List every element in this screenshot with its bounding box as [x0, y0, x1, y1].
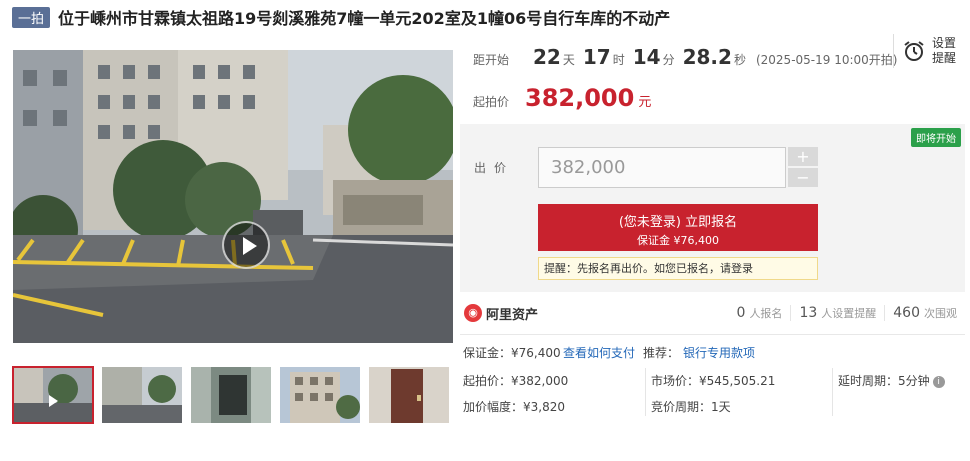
view-count-label: 次围观 [924, 307, 957, 320]
countdown-seconds: 28.2 [682, 45, 732, 69]
thumbnail-2[interactable] [102, 367, 182, 423]
start-price-info: 起拍价：¥382,000 [463, 374, 569, 388]
countdown-minutes-unit: 分 [662, 53, 675, 67]
countdown-hours: 17 [582, 45, 611, 69]
extension-period: 延时周期：5分钟 [838, 374, 930, 388]
countdown-seconds-unit: 秒 [733, 53, 746, 67]
stats-counters: 0 人报名 13 人设置提醒 460 次围观 [729, 305, 965, 321]
thumbnail-1[interactable] [12, 366, 94, 424]
login-hint: 提醒：先报名再出价。如您已报名，请登录 [538, 257, 818, 280]
how-to-pay-link[interactable]: 查看如何支付 [563, 344, 635, 361]
set-reminder-button[interactable]: 设置提醒 [893, 34, 958, 68]
countdown-minutes: 14 [632, 45, 661, 69]
main-photo[interactable] [13, 50, 453, 343]
thumbnail-4[interactable] [280, 367, 360, 423]
page-title: 位于嵊州市甘霖镇太祖路19号剡溪雅苑7幢一单元202室及1幢06号自行车库的不动… [58, 9, 671, 28]
market-price-info: 市场价：¥545,505.21 [651, 374, 776, 388]
status-badge: 即将开始 [911, 128, 961, 147]
increment-info: 加价幅度：¥3,820 [463, 400, 565, 414]
view-count: 460 次围观 [884, 305, 965, 321]
thumbnail-3[interactable] [191, 367, 271, 423]
info-icon[interactable]: i [932, 375, 945, 388]
divider [460, 334, 965, 335]
bid-amount-input[interactable] [538, 147, 786, 188]
extension-info: 延时周期：5分钟 i [838, 372, 945, 389]
countdown-days-unit: 天 [562, 53, 575, 67]
auction-period-info: 竞价周期：1天 [651, 400, 731, 414]
start-price-value: 382,000 [525, 84, 635, 112]
start-price-unit: 元 [638, 95, 652, 110]
play-video-button[interactable] [222, 221, 270, 269]
bid-label: 出价 [474, 161, 515, 175]
brand-name: 阿里资产 [486, 307, 539, 323]
countdown-label: 距开始 [473, 53, 510, 67]
signup-count-value: 0 [736, 305, 746, 321]
column-divider [832, 368, 833, 416]
reminder-count: 13 人设置提醒 [790, 305, 884, 321]
stats-row: ◉ 阿里资产 0 人报名 13 人设置提醒 460 次围观 [460, 296, 965, 330]
bank-account-link[interactable]: 银行专用款项 [683, 344, 755, 361]
start-price-line: 起拍价 382,000 元 [473, 84, 651, 112]
round-badge: 一拍 [12, 6, 51, 28]
alarm-clock-icon [904, 41, 924, 61]
signup-button[interactable]: (您未登录) 立即报名 保证金 ¥76,400 [538, 204, 818, 251]
countdown: 距开始 22 天 17 时 14 分 28.2 秒 (2025-05-19 10… [473, 45, 897, 69]
reminder-count-label: 人设置提醒 [821, 307, 877, 320]
reminder-count-value: 13 [799, 305, 818, 321]
signup-count-label: 人报名 [749, 307, 783, 320]
thumbnail-strip [12, 366, 458, 424]
countdown-hours-unit: 时 [612, 53, 625, 67]
column-divider [645, 368, 646, 416]
view-count-value: 460 [893, 305, 920, 321]
auction-page: 一拍 位于嵊州市甘霖镇太祖路19号剡溪雅苑7幢一单元202室及1幢06号自行车库… [0, 0, 970, 461]
recommend-label: 推荐： [643, 346, 680, 360]
set-reminder-label: 设置提醒 [932, 36, 957, 65]
brand-logo: ◉ 阿里资产 [464, 304, 538, 323]
deposit-info: 保证金：¥76,400 [463, 346, 561, 360]
bid-panel: 即将开始 出价 + − (您未登录) 立即报名 保证金 ¥76,400 提醒：先… [460, 124, 965, 292]
thumbnail-5[interactable] [369, 367, 449, 423]
alibaba-logo-icon: ◉ [464, 304, 482, 322]
start-time: (2025-05-19 10:00开拍) [755, 53, 898, 67]
signup-deposit-label: 保证金 ¥76,400 [637, 234, 719, 247]
start-price-label: 起拍价 [473, 95, 510, 109]
signup-count: 0 人报名 [729, 305, 791, 321]
signup-button-label: (您未登录) 立即报名 [618, 215, 738, 230]
title-row: 一拍 位于嵊州市甘霖镇太祖路19号剡溪雅苑7幢一单元202室及1幢06号自行车库… [12, 6, 670, 28]
increase-bid-button[interactable]: + [788, 147, 818, 166]
countdown-days: 22 [533, 45, 561, 69]
decrease-bid-button[interactable]: − [788, 168, 818, 187]
